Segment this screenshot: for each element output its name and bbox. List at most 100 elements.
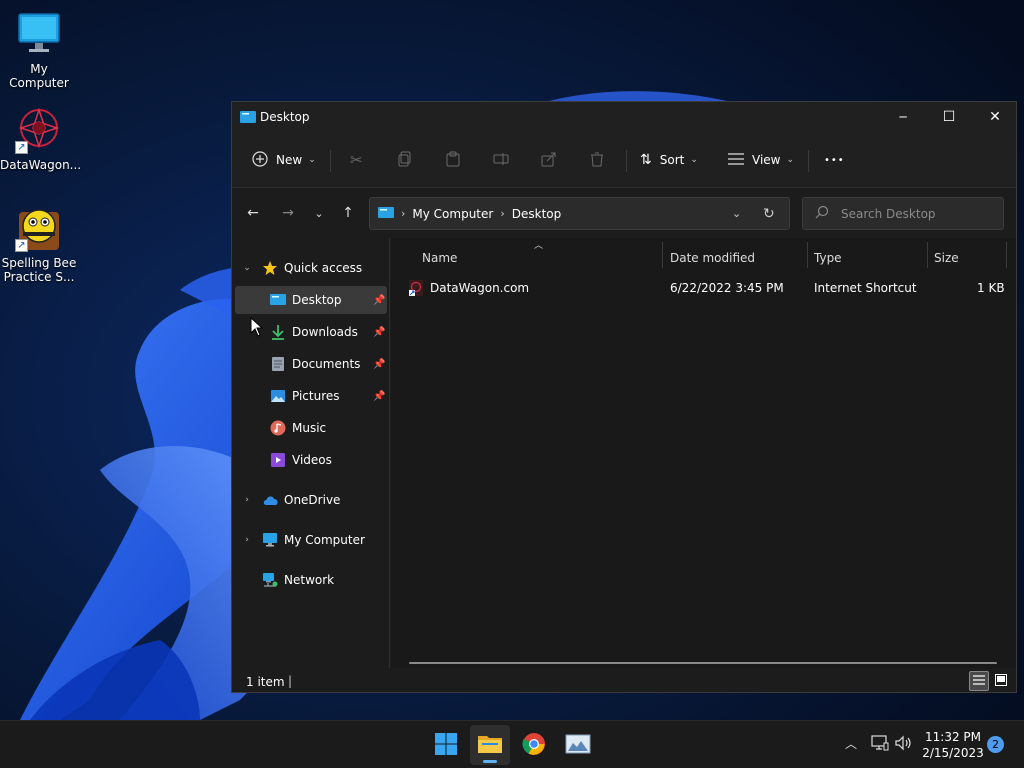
system-clock[interactable]: 11:32 PM 2/15/2023 bbox=[918, 729, 988, 761]
chevron-down-icon: ⌄ bbox=[786, 155, 795, 165]
copy-button[interactable] bbox=[397, 148, 413, 172]
horizontal-scrollbar[interactable] bbox=[409, 662, 997, 664]
column-divider[interactable] bbox=[807, 242, 808, 268]
file-name: DataWagon.com bbox=[430, 281, 530, 295]
chevron-down-icon: ⌄ bbox=[314, 206, 324, 220]
column-header-size[interactable]: Size bbox=[934, 248, 959, 268]
column-header-name[interactable]: Name bbox=[422, 248, 457, 268]
sidebar-item-desktop[interactable]: Desktop 📌 bbox=[235, 286, 387, 314]
breadcrumb-my-computer[interactable]: My Computer bbox=[412, 207, 493, 221]
column-header-type[interactable]: Type bbox=[814, 248, 842, 268]
title-bar[interactable]: Desktop ─ ☐ ✕ bbox=[232, 102, 1016, 132]
download-arrow-icon bbox=[270, 324, 286, 340]
volume-icon[interactable] bbox=[895, 735, 913, 755]
sidebar-item-videos[interactable]: Videos bbox=[232, 446, 390, 474]
pin-icon[interactable]: 📌 bbox=[373, 295, 385, 306]
bee-icon: ↗ bbox=[15, 204, 63, 252]
file-row[interactable]: DataWagon.com 6/22/2022 3:45 PM Internet… bbox=[391, 278, 1016, 298]
refresh-button[interactable]: ↻ bbox=[763, 206, 775, 222]
column-divider[interactable] bbox=[927, 242, 928, 268]
folder-desktop-icon bbox=[270, 293, 286, 309]
folder-desktop-icon bbox=[378, 206, 394, 222]
rename-button[interactable] bbox=[493, 148, 511, 172]
sidebar-item-pictures[interactable]: Pictures 📌 bbox=[232, 382, 390, 410]
trash-icon bbox=[589, 151, 605, 170]
start-button[interactable] bbox=[426, 725, 466, 765]
taskbar-photo-app[interactable] bbox=[558, 725, 598, 765]
desktop-icon-my-computer[interactable]: My Computer bbox=[0, 10, 78, 90]
close-button[interactable]: ✕ bbox=[972, 102, 1018, 132]
address-dropdown-button[interactable]: ⌄ bbox=[732, 207, 741, 220]
breadcrumb-separator-icon[interactable]: › bbox=[401, 207, 405, 220]
arrow-right-icon: → bbox=[282, 205, 294, 221]
back-button[interactable]: ← bbox=[242, 202, 264, 224]
sidebar-item-onedrive[interactable]: › OneDrive bbox=[232, 486, 390, 514]
picture-viewer-icon bbox=[565, 733, 591, 758]
toolbar-divider bbox=[808, 150, 809, 172]
more-options-button[interactable]: ••• bbox=[824, 148, 845, 172]
breadcrumb-separator-icon[interactable]: › bbox=[500, 207, 504, 220]
chevron-right-icon[interactable]: › bbox=[242, 495, 252, 505]
pin-icon[interactable]: 📌 bbox=[373, 391, 385, 402]
taskbar-chrome[interactable] bbox=[514, 725, 554, 765]
file-type: Internet Shortcut bbox=[814, 281, 917, 295]
notification-badge[interactable]: 2 bbox=[987, 736, 1004, 753]
recent-locations-button[interactable]: ⌄ bbox=[308, 202, 330, 224]
desktop-icon-spelling-bee[interactable]: ↗ Spelling Bee Practice S... bbox=[0, 204, 78, 284]
column-divider[interactable] bbox=[662, 242, 663, 268]
address-bar[interactable]: › My Computer › Desktop ⌄ ↻ bbox=[369, 197, 790, 230]
navigation-bar: ← → ⌄ ↑ › My Computer › Desktop ⌄ ↻ Sear… bbox=[232, 188, 1016, 238]
new-label: New bbox=[276, 153, 303, 167]
paste-button[interactable] bbox=[445, 148, 461, 172]
scissors-icon: ✂ bbox=[350, 151, 363, 169]
pin-icon[interactable]: 📌 bbox=[373, 359, 385, 370]
status-separator: | bbox=[288, 674, 293, 688]
view-lines-icon bbox=[728, 152, 744, 168]
large-icons-view-button[interactable] bbox=[991, 671, 1011, 691]
minimize-icon: ─ bbox=[899, 110, 907, 124]
sort-label: Sort bbox=[659, 153, 685, 167]
maximize-icon: ☐ bbox=[942, 109, 956, 125]
breadcrumb-desktop[interactable]: Desktop bbox=[512, 207, 562, 221]
clipboard-icon bbox=[445, 151, 461, 170]
command-bar: New ⌄ ✂ ⇅ Sort ⌄ View ⌄ ••• bbox=[232, 132, 1016, 188]
chevron-right-icon[interactable]: › bbox=[242, 535, 252, 545]
delete-button[interactable] bbox=[589, 148, 605, 172]
new-button[interactable]: New ⌄ bbox=[252, 148, 316, 172]
maximize-button[interactable]: ☐ bbox=[926, 102, 972, 132]
shortcut-arrow-icon: ↗ bbox=[15, 239, 28, 252]
search-box[interactable]: Search Desktop bbox=[802, 197, 1004, 230]
up-button[interactable]: ↑ bbox=[337, 202, 359, 224]
details-view-button[interactable] bbox=[969, 671, 989, 691]
toolbar-divider bbox=[330, 150, 331, 172]
sidebar-item-my-computer[interactable]: › My Computer bbox=[232, 526, 390, 554]
sidebar-item-quick-access[interactable]: ⌄ Quick access bbox=[232, 254, 390, 282]
sidebar-item-label: Pictures bbox=[292, 389, 340, 403]
sidebar-item-network[interactable]: Network bbox=[232, 566, 390, 594]
toolbar-divider bbox=[626, 150, 627, 172]
sidebar-item-music[interactable]: Music bbox=[232, 414, 390, 442]
forward-button[interactable]: → bbox=[277, 202, 299, 224]
view-button[interactable]: View ⌄ bbox=[728, 148, 794, 172]
desktop-icon-datawagon[interactable]: ↗ DataWagon... bbox=[0, 106, 81, 172]
share-icon bbox=[541, 151, 557, 170]
minimize-button[interactable]: ─ bbox=[880, 102, 926, 132]
column-header-date-modified[interactable]: Date modified bbox=[670, 248, 755, 268]
file-list-pane[interactable]: ︿ Name Date modified Type Size DataWagon… bbox=[391, 238, 1016, 668]
network-status-icon[interactable] bbox=[871, 735, 889, 755]
shortcut-arrow-icon: ↗ bbox=[15, 141, 28, 154]
music-note-icon bbox=[270, 420, 286, 436]
sort-button[interactable]: ⇅ Sort ⌄ bbox=[640, 148, 698, 172]
chevron-down-icon[interactable]: ⌄ bbox=[242, 263, 252, 273]
cut-button[interactable]: ✂ bbox=[350, 148, 363, 172]
datawagon-shortcut-icon: ↗ bbox=[15, 106, 63, 154]
taskbar-file-explorer[interactable] bbox=[470, 725, 510, 765]
share-button[interactable] bbox=[541, 148, 557, 172]
column-divider[interactable] bbox=[1006, 242, 1007, 268]
chevron-down-icon: ⌄ bbox=[308, 155, 316, 165]
show-hidden-icons-button[interactable]: ︿ bbox=[845, 735, 857, 752]
pin-icon[interactable]: 📌 bbox=[373, 327, 385, 338]
rename-icon bbox=[493, 151, 511, 170]
search-placeholder: Search Desktop bbox=[841, 206, 936, 221]
sidebar-item-documents[interactable]: Documents 📌 bbox=[232, 350, 390, 378]
